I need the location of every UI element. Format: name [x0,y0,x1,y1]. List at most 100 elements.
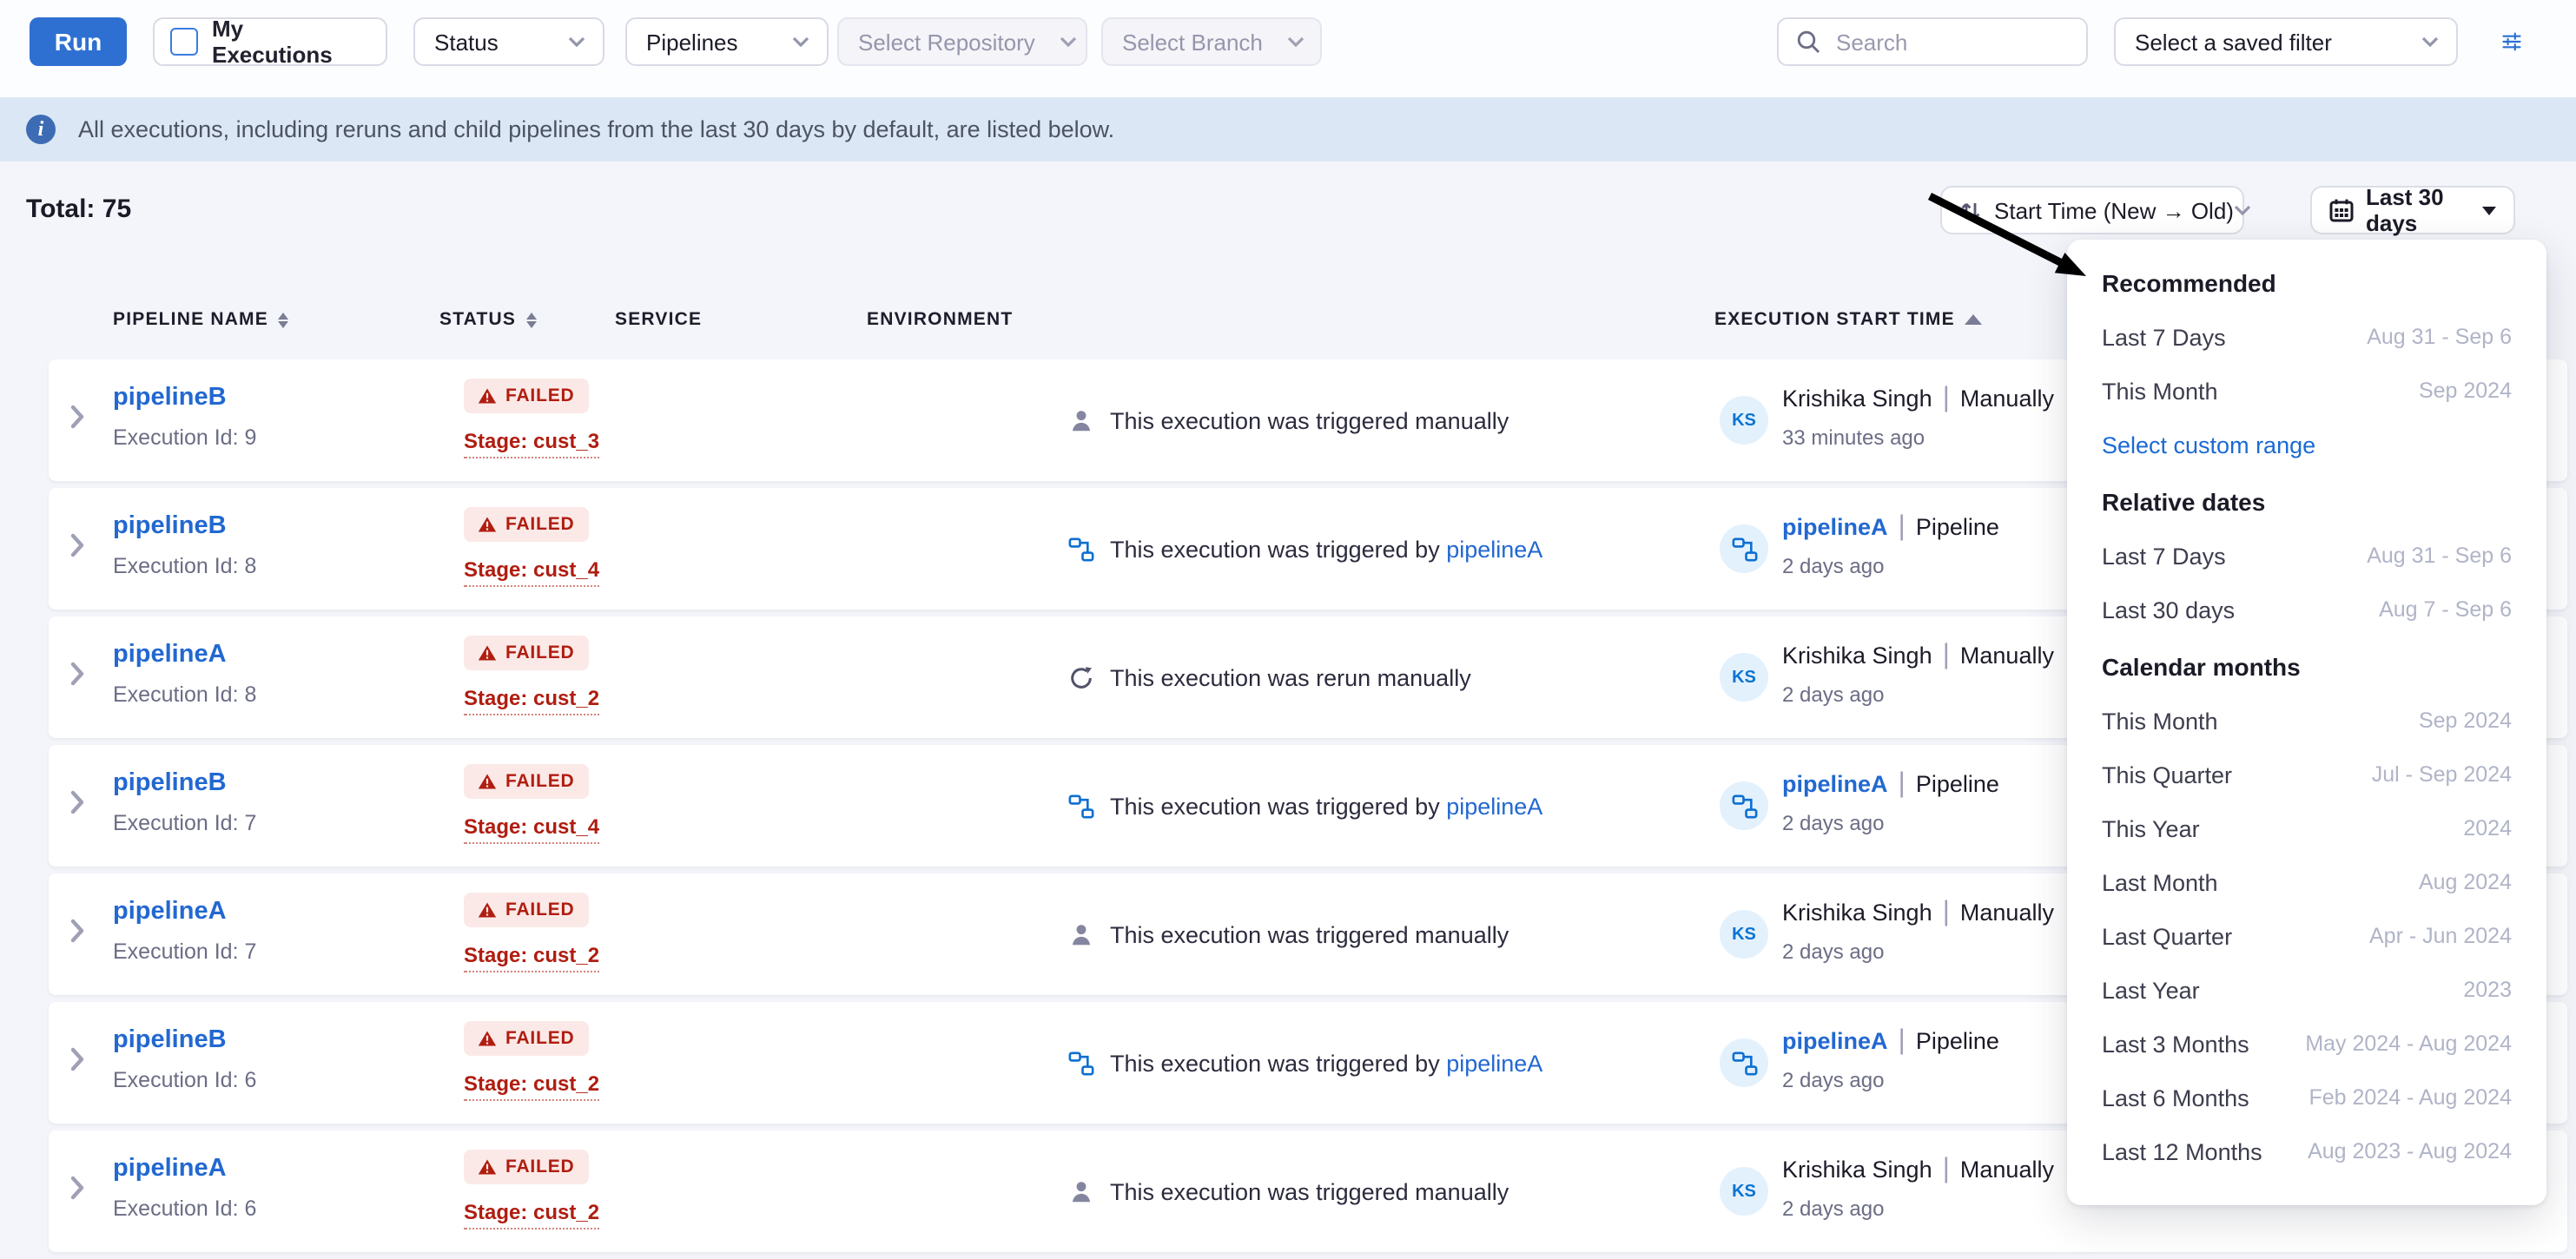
column-header-pipeline-name[interactable]: PIPELINE NAME [113,309,289,330]
custom-range-link[interactable]: Select custom range [2102,427,2512,462]
option-label: This Month [2102,378,2218,404]
date-range-option[interactable]: Last QuarterApr - Jun 2024 [2102,919,2512,953]
user-avatar: KS [1720,1167,1768,1216]
expand-row-chevron-icon[interactable] [69,790,85,814]
sort-arrows-icon [526,312,537,327]
pipeline-avatar [1720,781,1768,830]
failed-stage-link[interactable]: Stage: cust_4 [464,557,599,587]
user-avatar: KS [1720,653,1768,702]
expand-row-chevron-icon[interactable] [69,533,85,557]
status-cell: FAILEDStage: cust_4 [464,764,599,844]
option-label: Last 7 Days [2102,324,2226,350]
branch-filter-dropdown[interactable]: Select Branch [1101,17,1322,66]
date-range-option[interactable]: Last 7 DaysAug 31 - Sep 6 [2102,320,2512,354]
my-executions-checkbox[interactable] [170,28,198,56]
pipeline-name-link[interactable]: pipelineB [113,512,227,540]
chevron-down-icon [2421,36,2439,47]
separator: | [1943,898,1950,927]
failed-stage-link[interactable]: Stage: cust_2 [464,1200,599,1229]
column-label: PIPELINE NAME [113,309,268,330]
search-input[interactable] [1833,27,2048,56]
date-range-option[interactable]: This MonthSep 2024 [2102,703,2512,738]
pipelines-filter-dropdown[interactable]: Pipelines [625,17,829,66]
date-range-option[interactable]: Last MonthAug 2024 [2102,865,2512,900]
expand-row-chevron-icon[interactable] [69,1176,85,1200]
trigger-info-cell: This execution was rerun manually [1068,616,1471,738]
date-range-button[interactable]: Last 30 days [2310,186,2515,234]
failed-stage-link[interactable]: Stage: cust_3 [464,429,599,458]
calendar-icon [2329,198,2354,222]
option-date-range: May 2024 - Aug 2024 [2305,1032,2512,1056]
trigger-pipeline-link[interactable]: pipelineA [1446,536,1542,562]
expand-row-chevron-icon[interactable] [69,405,85,429]
execution-id: Execution Id: 8 [113,554,256,578]
repository-filter-label: Select Repository [839,29,1035,55]
trigger-text: This execution was triggered by pipeline… [1110,793,1542,819]
chevron-down-icon [792,36,809,47]
pipeline-icon [1068,1050,1094,1076]
status-badge: FAILED [464,893,589,927]
trigger-info-cell: This execution was triggered manually [1068,1130,1509,1252]
column-header-execution-start-time[interactable]: EXECUTION START TIME [1714,309,1983,330]
failed-stage-link[interactable]: Stage: cust_2 [464,943,599,972]
option-label: Last 30 days [2102,597,2235,623]
option-date-range: Aug 7 - Sep 6 [2379,597,2512,622]
date-range-option[interactable]: This Year2024 [2102,811,2512,846]
separator: | [1943,641,1950,670]
status-filter-dropdown[interactable]: Status [413,17,604,66]
person-icon [1068,407,1094,433]
pipeline-name-link[interactable]: pipelineB [113,1026,227,1054]
person-icon [1068,1178,1094,1204]
date-range-option[interactable]: Last 12 MonthsAug 2023 - Aug 2024 [2102,1134,2512,1169]
date-range-option[interactable]: Last 30 days Aug 7 - Sep 6 [2102,592,2512,627]
sort-icon [1959,199,1982,221]
status-badge: FAILED [464,507,589,542]
separator: | [1899,512,1906,542]
warning-icon [478,644,497,662]
my-executions-toggle[interactable]: My Executions [153,17,387,66]
trigger-pipeline-link[interactable]: pipelineA [1446,793,1542,819]
trigger-text: This execution was triggered manually [1110,407,1509,433]
pipeline-name-link[interactable]: pipelineA [113,898,227,926]
option-label: Last 6 Months [2102,1084,2249,1111]
date-range-option[interactable]: Last 3 MonthsMay 2024 - Aug 2024 [2102,1026,2512,1061]
failed-stage-link[interactable]: Stage: cust_2 [464,686,599,715]
warning-icon [478,516,497,533]
sort-dropdown[interactable]: Start Time (New → Old) [1940,186,2244,234]
pipeline-name-cell: pipelineBExecution Id: 9 [113,382,256,450]
trigger-text: This execution was triggered manually [1110,921,1509,947]
repository-filter-dropdown[interactable]: Select Repository [837,17,1087,66]
pipeline-name-link[interactable]: pipelineB [113,769,227,797]
pipeline-name-link[interactable]: pipelineB [113,384,227,412]
expand-row-chevron-icon[interactable] [69,662,85,686]
status-badge: FAILED [464,379,589,413]
pipeline-name-cell: pipelineAExecution Id: 7 [113,896,256,964]
date-range-option[interactable]: Last 7 DaysAug 31 - Sep 6 [2102,538,2512,573]
executor-pipeline-link[interactable]: pipelineA [1782,1028,1888,1054]
execution-id: Execution Id: 8 [113,682,256,707]
column-header-status[interactable]: STATUS [439,309,537,330]
filter-settings-icon[interactable] [2491,21,2533,63]
failed-stage-link[interactable]: Stage: cust_4 [464,814,599,844]
executor-pipeline-link[interactable]: pipelineA [1782,514,1888,540]
executor-pipeline-link[interactable]: pipelineA [1782,771,1888,797]
expand-row-chevron-icon[interactable] [69,919,85,943]
person-icon [1068,921,1094,947]
saved-filter-dropdown[interactable]: Select a saved filter [2114,17,2458,66]
pipeline-icon [1068,793,1094,819]
pipeline-name-link[interactable]: pipelineA [113,1155,227,1183]
failed-stage-link[interactable]: Stage: cust_2 [464,1071,599,1101]
trigger-info-cell: This execution was triggered by pipeline… [1068,1002,1542,1124]
trigger-pipeline-link[interactable]: pipelineA [1446,1050,1542,1076]
status-badge: FAILED [464,1150,589,1184]
executor-details: Krishika Singh|Manually2 days ago [1782,898,2054,964]
date-range-option[interactable]: Last 6 MonthsFeb 2024 - Aug 2024 [2102,1080,2512,1115]
execution-time-ago: 2 days ago [1782,554,1999,578]
pipeline-name-link[interactable]: pipelineA [113,641,227,669]
date-range-option[interactable]: This MonthSep 2024 [2102,373,2512,408]
date-range-option[interactable]: This QuarterJul - Sep 2024 [2102,757,2512,792]
date-range-option[interactable]: Last Year2023 [2102,972,2512,1007]
status-cell: FAILED Stage: cust_2 [464,893,599,972]
expand-row-chevron-icon[interactable] [69,1047,85,1071]
run-button[interactable]: Run [30,17,127,66]
